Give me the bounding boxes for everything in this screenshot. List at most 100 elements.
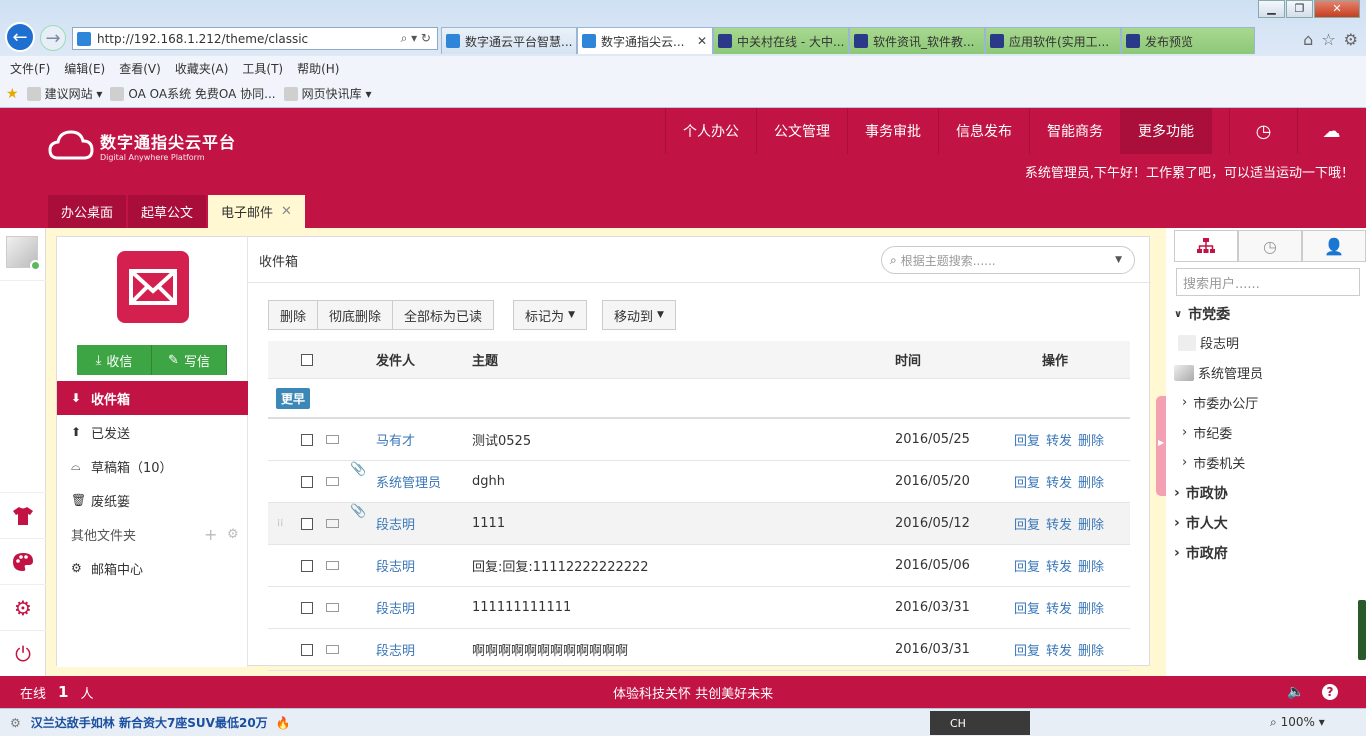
- mark-all-read-button[interactable]: 全部标为已读: [392, 300, 495, 330]
- favorites-star-icon[interactable]: ☆: [1321, 30, 1335, 49]
- maximize-icon[interactable]: ❐: [1286, 0, 1313, 18]
- subject-cell[interactable]: 111111111111: [472, 587, 571, 628]
- reply-link[interactable]: 回复: [1014, 640, 1040, 659]
- power-icon[interactable]: ⏻: [0, 630, 46, 676]
- address-tools-icon[interactable]: ⌕ ▾ ↻: [401, 31, 431, 46]
- row-checkbox[interactable]: [301, 475, 313, 488]
- subject-cell[interactable]: dghh: [472, 461, 505, 502]
- menu-help[interactable]: 帮助(H): [297, 60, 339, 77]
- row-checkbox[interactable]: [301, 433, 313, 446]
- nav-personal-office[interactable]: 个人办公: [666, 108, 757, 154]
- contact-user-icon[interactable]: 👤: [1302, 230, 1366, 261]
- status-ad-link[interactable]: 汉兰达敌手如林 新合资大7座SUV最低20万: [31, 714, 268, 731]
- forward-button[interactable]: →: [40, 25, 66, 51]
- favorite-web-slice[interactable]: 网页快讯库 ▾: [283, 85, 371, 102]
- row-checkbox[interactable]: [301, 517, 313, 530]
- receive-mail-button[interactable]: ⤓ 收信: [77, 345, 152, 375]
- tree-group[interactable]: › 市人大: [1174, 513, 1228, 533]
- favorite-oa[interactable]: OA OA系统 免费OA 协同...: [110, 85, 276, 102]
- tab-desktop[interactable]: 办公桌面: [48, 195, 127, 228]
- minimize-icon[interactable]: ▁: [1258, 0, 1285, 18]
- panel-splitter[interactable]: ▶: [1156, 396, 1166, 496]
- nav-publish[interactable]: 信息发布: [939, 108, 1030, 154]
- table-row[interactable]: ⁞⁞ 📎 段志明 1111 2016/05/12 回复 转发 删除: [268, 503, 1130, 545]
- table-row[interactable]: 段志明 111111111111 2016/03/31 回复 转发 删除: [268, 587, 1130, 629]
- reply-link[interactable]: 回复: [1014, 598, 1040, 617]
- org-tree-icon[interactable]: [1174, 230, 1238, 261]
- home-icon[interactable]: ⌂: [1303, 30, 1313, 49]
- sender-link[interactable]: 马有才: [376, 419, 415, 460]
- settings-gear-icon[interactable]: ⚙: [1344, 30, 1358, 49]
- delete-link[interactable]: 删除: [1078, 472, 1104, 491]
- tree-subgroup[interactable]: › 市纪委: [1182, 423, 1232, 442]
- purge-button[interactable]: 彻底删除: [317, 300, 394, 330]
- gear-icon[interactable]: ⚙: [0, 584, 46, 630]
- menu-tools[interactable]: 工具(T): [242, 60, 283, 77]
- avatar[interactable]: [6, 236, 41, 271]
- menu-view[interactable]: 查看(V): [119, 60, 161, 77]
- tree-user[interactable]: 系统管理员: [1174, 363, 1263, 382]
- table-row[interactable]: 📎 系统管理员 dghh 2016/05/20 回复 转发 删除: [268, 461, 1130, 503]
- sender-link[interactable]: 段志明: [376, 587, 415, 628]
- column-subject[interactable]: 主题: [472, 341, 498, 378]
- folder-inbox[interactable]: ⬇ 收件箱: [57, 381, 248, 415]
- ime-toolbar[interactable]: CH: [930, 711, 1030, 735]
- select-all-checkbox[interactable]: [301, 353, 313, 366]
- tree-group[interactable]: › 市政协: [1174, 483, 1228, 503]
- favorite-suggested-sites[interactable]: 建议网站 ▾: [26, 85, 102, 102]
- reply-link[interactable]: 回复: [1014, 430, 1040, 449]
- reply-link[interactable]: 回复: [1014, 514, 1040, 533]
- subject-search-input[interactable]: ⌕ 根据主题搜索...... ▼: [881, 246, 1135, 274]
- subject-cell[interactable]: 1111: [472, 503, 505, 544]
- favorites-star-icon[interactable]: ★: [6, 86, 19, 102]
- folder-settings-gear-icon[interactable]: ⚙: [227, 527, 239, 542]
- nav-approval[interactable]: 事务审批: [848, 108, 939, 154]
- menu-edit[interactable]: 编辑(E): [64, 60, 105, 77]
- clock-icon[interactable]: ◷: [1229, 108, 1297, 154]
- cloud-icon[interactable]: ☁: [1297, 108, 1365, 154]
- drag-handle-icon[interactable]: ⁞⁞: [277, 503, 283, 544]
- column-time[interactable]: 时间: [895, 341, 921, 378]
- table-row[interactable]: 段志明 回复:回复:11112222222222 2016/05/06 回复 转发 删除: [268, 545, 1130, 587]
- user-search-input[interactable]: 搜索用户......: [1176, 268, 1360, 296]
- zoom-level[interactable]: ⌕ 100% ▾: [1270, 715, 1325, 730]
- forward-link[interactable]: 转发: [1046, 598, 1072, 617]
- move-to-dropdown[interactable]: 移动到 ▼: [601, 300, 676, 330]
- delete-link[interactable]: 删除: [1078, 514, 1104, 533]
- chevron-down-icon[interactable]: ▼: [1115, 255, 1122, 265]
- add-folder-icon[interactable]: +: [204, 525, 217, 544]
- tree-user[interactable]: 段志明: [1178, 333, 1239, 352]
- back-button[interactable]: ←: [5, 22, 35, 52]
- forward-link[interactable]: 转发: [1046, 472, 1072, 491]
- forward-link[interactable]: 转发: [1046, 430, 1072, 449]
- table-row[interactable]: 段志明 啊啊啊啊啊啊啊啊啊啊啊啊 2016/03/31 回复 转发 删除: [268, 629, 1130, 671]
- row-checkbox[interactable]: [301, 559, 313, 572]
- tshirt-icon[interactable]: [0, 492, 46, 538]
- delete-button[interactable]: 删除: [268, 300, 319, 330]
- history-icon[interactable]: ◷: [1238, 230, 1302, 261]
- folder-sent[interactable]: ⬆ 已发送: [57, 415, 248, 449]
- tab-close-icon[interactable]: ✕: [281, 204, 292, 219]
- tab-email[interactable]: 电子邮件 ✕: [208, 195, 305, 228]
- tab-draft-document[interactable]: 起草公文: [128, 195, 207, 228]
- mark-as-dropdown[interactable]: 标记为 ▼: [513, 300, 587, 330]
- forward-link[interactable]: 转发: [1046, 640, 1072, 659]
- address-bar[interactable]: http://192.168.1.212/theme/classic ⌕ ▾ ↻: [72, 27, 438, 50]
- mailbox-center[interactable]: ⚙ 邮箱中心: [57, 551, 248, 585]
- delete-link[interactable]: 删除: [1078, 640, 1104, 659]
- scrollbar-indicator[interactable]: [1358, 600, 1366, 660]
- tree-group[interactable]: › 市政府: [1174, 543, 1228, 563]
- sender-link[interactable]: 段志明: [376, 545, 415, 586]
- subject-cell[interactable]: 啊啊啊啊啊啊啊啊啊啊啊啊: [472, 629, 628, 670]
- table-row[interactable]: 马有才 测试0525 2016/05/25 回复 转发 删除: [268, 419, 1130, 461]
- volume-icon[interactable]: 🔈: [1287, 684, 1304, 700]
- menu-favorites[interactable]: 收藏夹(A): [175, 60, 229, 77]
- browser-tab-active[interactable]: 数字通指尖云... ✕: [577, 27, 713, 54]
- tab-close-icon[interactable]: ✕: [697, 34, 707, 48]
- column-sender[interactable]: 发件人: [376, 341, 415, 378]
- compose-mail-button[interactable]: ✎ 写信: [152, 345, 227, 375]
- row-checkbox[interactable]: [301, 643, 313, 656]
- delete-link[interactable]: 删除: [1078, 598, 1104, 617]
- tree-group-root[interactable]: ∨ 市党委: [1174, 304, 1230, 324]
- forward-link[interactable]: 转发: [1046, 556, 1072, 575]
